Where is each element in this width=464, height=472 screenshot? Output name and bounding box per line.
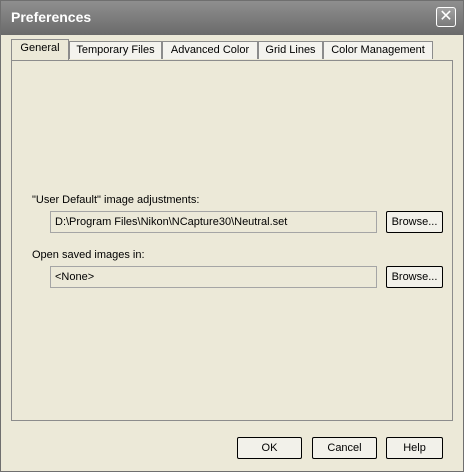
browse-open-saved-button[interactable]: Browse... bbox=[386, 266, 443, 288]
browse-user-default-label: Browse... bbox=[391, 216, 438, 228]
close-icon: ✕ bbox=[439, 8, 453, 25]
cancel-label: Cancel bbox=[327, 442, 362, 454]
user-default-label: "User Default" image adjustments: bbox=[32, 194, 200, 206]
cancel-button[interactable]: Cancel bbox=[312, 437, 377, 459]
close-button[interactable]: ✕ bbox=[436, 7, 456, 27]
browse-open-saved-label: Browse... bbox=[391, 271, 438, 283]
tab-advanced-color[interactable]: Advanced Color bbox=[162, 41, 258, 59]
tab-color-management[interactable]: Color Management bbox=[323, 41, 433, 59]
browse-user-default-button[interactable]: Browse... bbox=[386, 211, 443, 233]
tab-grid-lines[interactable]: Grid Lines bbox=[258, 41, 323, 59]
open-saved-path-field: <None> bbox=[50, 266, 377, 288]
ok-button[interactable]: OK bbox=[237, 437, 302, 459]
preferences-dialog: Preferences ✕ General Temporary Files Ad… bbox=[0, 0, 464, 472]
user-default-path-field: D:\Program Files\Nikon\NCapture30\Neutra… bbox=[50, 211, 377, 233]
title-bar: Preferences ✕ bbox=[1, 1, 463, 35]
tab-general[interactable]: General bbox=[11, 39, 69, 60]
ok-label: OK bbox=[261, 442, 278, 454]
open-saved-label: Open saved images in: bbox=[32, 249, 145, 261]
help-button[interactable]: Help bbox=[386, 437, 443, 459]
help-label: Help bbox=[403, 442, 426, 454]
dialog-title: Preferences bbox=[11, 9, 92, 25]
general-tab-panel bbox=[11, 60, 453, 421]
tab-temporary-files[interactable]: Temporary Files bbox=[69, 41, 162, 59]
